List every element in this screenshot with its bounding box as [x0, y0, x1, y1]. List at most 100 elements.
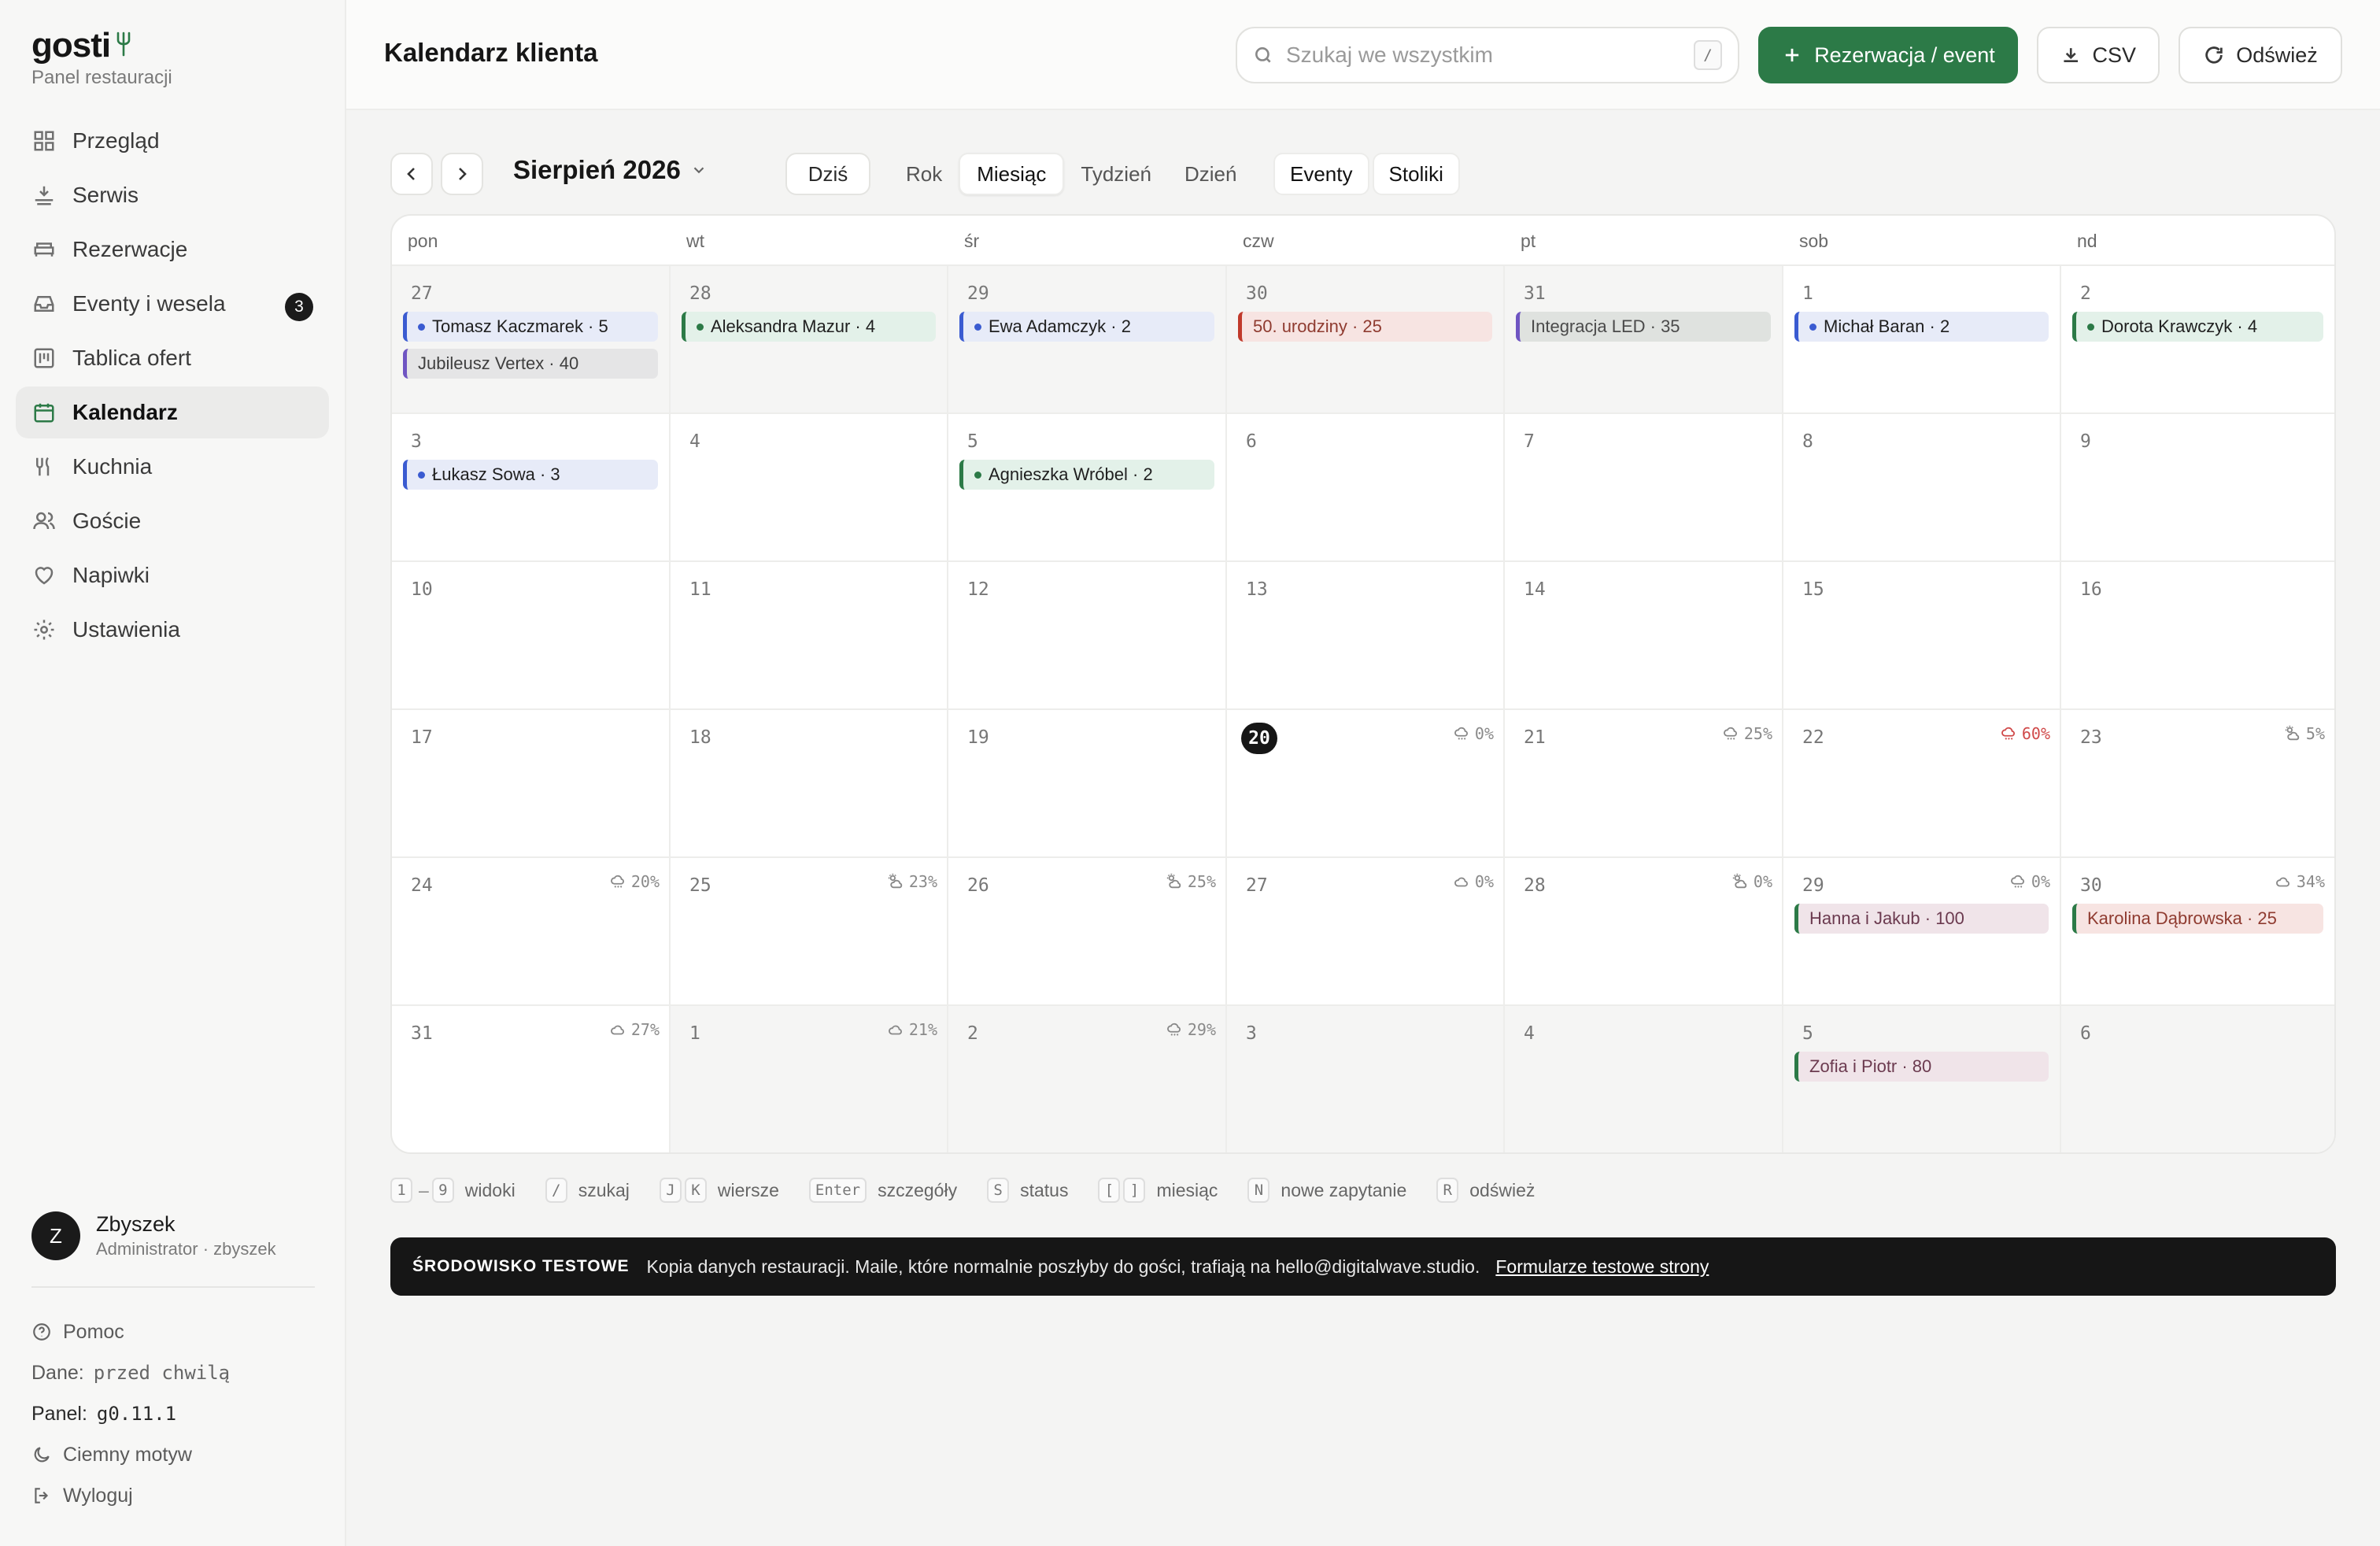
view-month[interactable]: Miesiąc — [959, 153, 1065, 195]
calendar-event[interactable]: Aleksandra Mazur · 4 — [682, 312, 936, 342]
view-week[interactable]: Tydzień — [1064, 153, 1168, 195]
calendar-day-cell[interactable]: 2 29% — [948, 1006, 1227, 1152]
calendar-day-cell[interactable]: 6 — [2061, 1006, 2334, 1152]
calendar-day-cell[interactable]: 3 Łukasz Sowa · 3 — [392, 414, 671, 562]
calendar-day-cell[interactable]: 13 — [1227, 562, 1505, 710]
dark-mode-toggle[interactable]: Ciemny motyw — [31, 1434, 331, 1475]
calendar-day-cell[interactable]: 29 0% Hanna i Jakub · 100 — [1783, 858, 2061, 1006]
calendar-day-cell[interactable]: 22 60% — [1783, 710, 2061, 858]
calendar-event[interactable]: Tomasz Kaczmarek · 5 — [403, 312, 658, 342]
calendar-day-cell[interactable]: 5 Agnieszka Wróbel · 2 — [948, 414, 1227, 562]
calendar-event[interactable]: Hanna i Jakub · 100 — [1794, 904, 2049, 934]
calendar-day-cell[interactable]: 5 Zofia i Piotr · 80 — [1783, 1006, 2061, 1152]
calendar-day-cell[interactable]: 26 25% — [948, 858, 1227, 1006]
view-day[interactable]: Dzień — [1168, 153, 1253, 195]
serve-icon — [31, 183, 57, 208]
sidebar-item-kalendarz[interactable]: Kalendarz — [16, 386, 329, 438]
calendar-event[interactable]: Integracja LED · 35 — [1516, 312, 1771, 342]
sidebar-item-label: Przegląd — [72, 128, 160, 153]
calendar-day-cell[interactable]: 24 20% — [392, 858, 671, 1006]
calendar-event[interactable]: Karolina Dąbrowska · 25 — [2072, 904, 2323, 934]
calendar-day-cell[interactable]: 15 — [1783, 562, 2061, 710]
calendar-event[interactable]: 50. urodziny · 25 — [1238, 312, 1492, 342]
search-box[interactable]: / — [1236, 27, 1739, 83]
calendar-day-cell[interactable]: 30 50. urodziny · 25 — [1227, 266, 1505, 414]
user-profile[interactable]: Z Zbyszek Administrator · zbyszek — [31, 1211, 276, 1261]
calendar-day-cell[interactable]: 31 27% — [392, 1006, 671, 1152]
prev-month-button[interactable] — [390, 153, 433, 195]
calendar-day-cell[interactable]: 29 Ewa Adamczyk · 2 — [948, 266, 1227, 414]
calendar-day-cell[interactable]: 7 — [1505, 414, 1783, 562]
calendar-day-cell[interactable]: 8 — [1783, 414, 2061, 562]
calendar-day-cell[interactable]: 14 — [1505, 562, 1783, 710]
shortcut-key: S — [987, 1178, 1010, 1203]
calendar-day-cell[interactable]: 11 — [671, 562, 948, 710]
sidebar-item-tablica-ofert[interactable]: Tablica ofert — [16, 332, 329, 384]
calendar-day-cell[interactable]: 6 — [1227, 414, 1505, 562]
calendar-event[interactable]: Agnieszka Wróbel · 2 — [959, 460, 1214, 490]
calendar-day-cell[interactable]: 1 Michał Baran · 2 — [1783, 266, 2061, 414]
calendar-event[interactable]: Zofia i Piotr · 80 — [1794, 1052, 2049, 1082]
month-picker[interactable]: Sierpień 2026 — [513, 155, 708, 185]
layer-events[interactable]: Eventy — [1273, 153, 1369, 195]
calendar-day-cell[interactable]: 17 — [392, 710, 671, 858]
calendar-day-cell[interactable]: 18 — [671, 710, 948, 858]
day-number: 1 — [689, 1023, 700, 1044]
calendar-day-cell[interactable]: 31 Integracja LED · 35 — [1505, 266, 1783, 414]
today-button[interactable]: Dziś — [785, 153, 870, 195]
calendar-day-cell[interactable]: 27 Tomasz Kaczmarek · 5 Jubileusz Vertex ·… — [392, 266, 671, 414]
search-input[interactable] — [1286, 31, 1694, 79]
calendar-event[interactable]: Jubileusz Vertex · 40 — [403, 349, 658, 379]
calendar-day-cell[interactable]: 2 Dorota Krawczyk · 4 — [2061, 266, 2334, 414]
calendar-day-cell[interactable]: 30 34% Karolina Dąbrowska · 25 — [2061, 858, 2334, 1006]
sidebar-item-serwis[interactable]: Serwis — [16, 169, 329, 221]
calendar-event[interactable]: Dorota Krawczyk · 4 — [2072, 312, 2323, 342]
calendar-day-cell[interactable]: 10 — [392, 562, 671, 710]
calendar-day-cell[interactable]: 3 — [1227, 1006, 1505, 1152]
calendar-day-cell[interactable]: 21 25% — [1505, 710, 1783, 858]
weather-forecast: 0% — [1453, 724, 1494, 743]
calendar-day-cell[interactable]: 4 — [1505, 1006, 1783, 1152]
day-number: 9 — [2080, 431, 2091, 452]
sidebar-item-goscie[interactable]: Goście — [16, 495, 329, 547]
calendar-day-cell[interactable]: 28 Aleksandra Mazur · 4 — [671, 266, 948, 414]
layer-tables[interactable]: Stoliki — [1372, 153, 1460, 195]
calendar-event[interactable]: Michał Baran · 2 — [1794, 312, 2049, 342]
test-forms-link[interactable]: Formularze testowe strony — [1495, 1256, 1709, 1278]
calendar-day-cell[interactable]: 27 0% — [1227, 858, 1505, 1006]
calendar-day-cell[interactable]: 23 5% — [2061, 710, 2334, 858]
calendar-day-cell[interactable]: 1 21% — [671, 1006, 948, 1152]
sidebar-item-ustawienia[interactable]: Ustawienia — [16, 604, 329, 656]
calendar-day-cell[interactable]: 28 0% — [1505, 858, 1783, 1006]
calendar-day-cell[interactable]: 25 23% — [671, 858, 948, 1006]
sidebar-item-rezerwacje[interactable]: Rezerwacje — [16, 224, 329, 276]
brand[interactable]: gosti Panel restauracji — [31, 25, 172, 90]
next-month-button[interactable] — [441, 153, 483, 195]
weekday-label: sob — [1799, 230, 1829, 251]
csv-export-button[interactable]: CSV — [2037, 27, 2160, 83]
calendar-event[interactable]: Łukasz Sowa · 3 — [403, 460, 658, 490]
calendar-event[interactable]: Ewa Adamczyk · 2 — [959, 312, 1214, 342]
view-year[interactable]: Rok — [889, 153, 959, 195]
download-icon — [2064, 48, 2079, 63]
heart-icon — [31, 563, 57, 588]
calendar-day-cell[interactable]: 16 — [2061, 562, 2334, 710]
sidebar-item-przeglad[interactable]: Przegląd — [16, 115, 329, 167]
sidebar-item-kuchnia[interactable]: Kuchnia — [16, 441, 329, 493]
logout-button[interactable]: Wyloguj — [31, 1475, 331, 1516]
calendar-day-cell[interactable]: 12 — [948, 562, 1227, 710]
day-number: 17 — [411, 727, 433, 748]
calendar-day-cell[interactable]: 20 0% — [1227, 710, 1505, 858]
day-number: 31 — [1524, 283, 1546, 304]
sidebar-item-label: Ustawienia — [72, 617, 180, 642]
calendar-day-cell[interactable]: 4 — [671, 414, 948, 562]
day-number: 19 — [967, 727, 989, 748]
sidebar-item-napiwki[interactable]: Napiwki — [16, 549, 329, 601]
calendar-day-cell[interactable]: 19 — [948, 710, 1227, 858]
help-link[interactable]: Pomoc — [31, 1311, 331, 1352]
refresh-button[interactable]: Odśwież — [2179, 27, 2342, 83]
event-label: Aleksandra Mazur · 4 — [711, 316, 876, 336]
new-reservation-button[interactable]: Rezerwacja / event — [1758, 27, 2018, 83]
calendar-day-cell[interactable]: 9 — [2061, 414, 2334, 562]
sidebar-item-eventy[interactable]: Eventy i wesela 3 — [16, 278, 329, 330]
